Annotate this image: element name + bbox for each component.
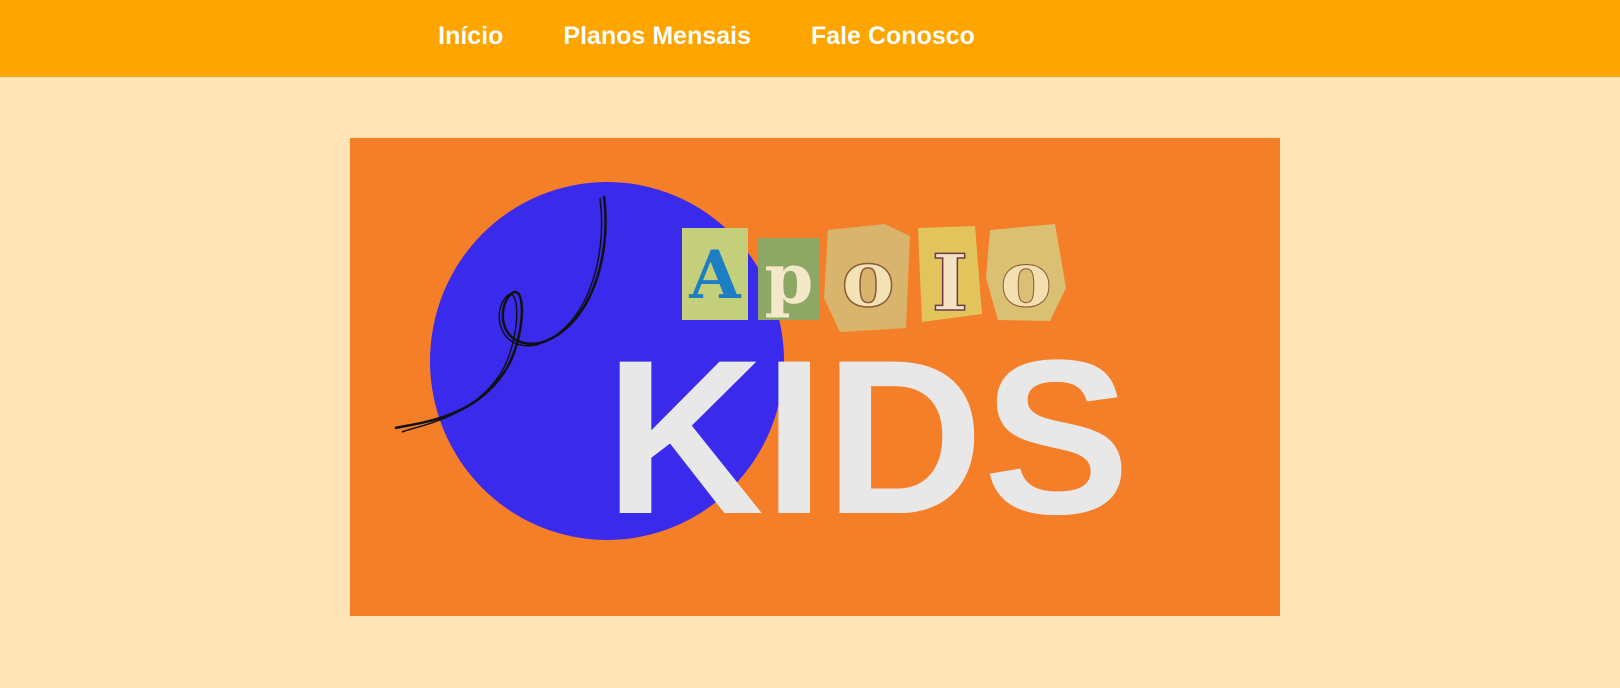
- top-navigation-bar: Início Planos Mensais Fale Conosco: [0, 0, 1620, 77]
- kids-word: KIDS: [605, 314, 1130, 560]
- letter-o-2: o: [1000, 234, 1052, 325]
- nav-link-inicio[interactable]: Início: [438, 22, 503, 51]
- apoio-kids-logo: A p o I o KIDS: [394, 182, 1130, 560]
- letter-o: o: [841, 231, 894, 325]
- nav-link-planos-mensais[interactable]: Planos Mensais: [563, 22, 751, 51]
- letter-a: A: [688, 236, 741, 314]
- apoio-kids-logo-banner: A p o I o KIDS: [350, 138, 1280, 616]
- letter-p: p: [765, 237, 814, 320]
- main-nav: Início Planos Mensais Fale Conosco: [438, 0, 975, 72]
- nav-link-fale-conosco[interactable]: Fale Conosco: [811, 22, 975, 51]
